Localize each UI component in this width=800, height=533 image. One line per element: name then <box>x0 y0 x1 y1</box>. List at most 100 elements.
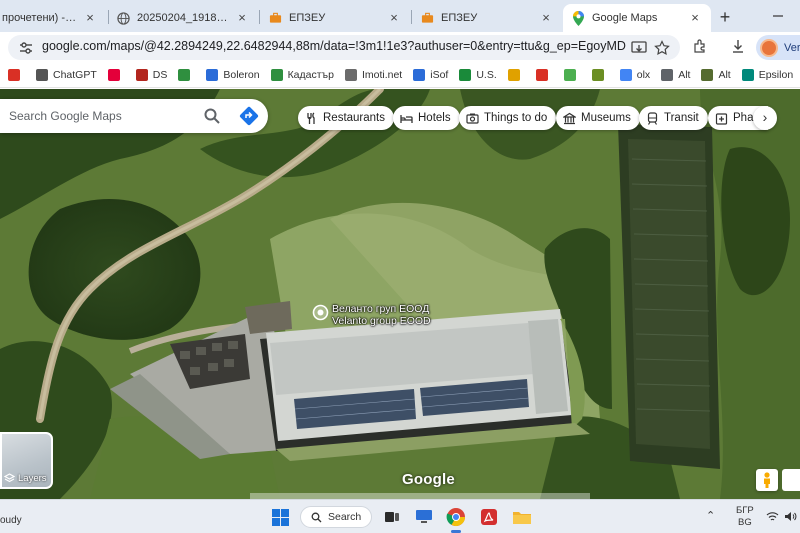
chevron-up-icon[interactable]: ⌃ <box>706 509 715 522</box>
map-view[interactable]: Search Google Maps Restaurants Hotels Th… <box>0 89 800 499</box>
google-maps-icon <box>571 10 585 26</box>
green-circle-icon <box>563 68 576 81</box>
bookmark-item[interactable]: Alt <box>661 68 691 81</box>
taskbar-app-acrobat[interactable] <box>477 505 501 529</box>
windows-taskbar: oudy Search ⌃ БГР BG <box>0 499 800 533</box>
bookmark-item[interactable] <box>535 68 553 81</box>
bookmark-label: Boleron <box>223 68 260 81</box>
avatar <box>760 38 778 57</box>
bookmark-item[interactable] <box>107 68 125 81</box>
bookmark-label: U.S. <box>476 68 497 81</box>
cadastre-icon <box>270 68 283 81</box>
bookmark-item[interactable]: U.S. <box>459 68 497 81</box>
extensions-icon[interactable] <box>692 38 708 54</box>
tab-google-maps[interactable]: Google Maps × <box>563 4 711 32</box>
chip-label: Transit <box>664 112 699 124</box>
map-search-box[interactable]: Search Google Maps <box>0 99 268 133</box>
tab-epzeu-2[interactable]: ЕПЗЕУ × <box>412 4 562 32</box>
boleron-icon <box>206 68 219 81</box>
bookmark-label: Alt <box>678 68 691 81</box>
directions-icon[interactable] <box>239 106 259 126</box>
taskbar-app-monitor[interactable] <box>412 505 436 529</box>
tab-abv-mail[interactable]: прочетени) - АБВ п × <box>0 4 106 32</box>
close-icon[interactable]: × <box>538 10 554 26</box>
layers-button[interactable]: Layers <box>0 432 53 489</box>
weather-widget[interactable]: oudy <box>0 515 22 526</box>
minimap-thumbnail[interactable] <box>782 469 800 491</box>
chip-restaurants[interactable]: Restaurants <box>298 106 395 130</box>
satellite-imagery[interactable] <box>0 89 800 499</box>
gmail-icon <box>8 68 20 81</box>
chip-label: Restaurants <box>323 112 386 124</box>
minimize-icon[interactable] <box>770 8 786 24</box>
isof-icon <box>413 68 426 81</box>
address-bar[interactable]: google.com/maps/@42.2894249,22.6482944,8… <box>8 35 680 60</box>
tab-label: 20250204_191815.pdf <box>137 12 230 24</box>
new-tab-button[interactable]: + <box>714 6 736 28</box>
bookmark-item[interactable]: DS <box>135 68 168 81</box>
bookmark-label: olx <box>636 68 651 81</box>
download-icon[interactable] <box>730 38 746 54</box>
street-view-button[interactable] <box>756 469 778 491</box>
start-button[interactable] <box>268 505 292 529</box>
bookmark-item[interactable]: Кадастър <box>270 68 334 81</box>
wifi-icon[interactable] <box>766 510 779 523</box>
close-icon[interactable]: × <box>234 10 250 26</box>
bookmark-item[interactable]: Boleron <box>206 68 260 81</box>
lang-bottom: BG <box>737 517 752 528</box>
r-bookmark-icon <box>107 68 120 81</box>
bookmark-item[interactable]: iSof <box>413 68 448 81</box>
chip-hotels[interactable]: Hotels <box>393 106 460 130</box>
close-icon[interactable]: × <box>386 10 402 26</box>
bookmark-item[interactable] <box>591 68 609 81</box>
chip-things-to-do[interactable]: Things to do <box>459 106 557 130</box>
volume-icon[interactable] <box>784 510 797 523</box>
search-icon[interactable] <box>203 107 221 125</box>
taskbar-app-explorer[interactable] <box>510 505 534 529</box>
language-indicator[interactable]: БГР BG <box>736 505 754 529</box>
install-app-icon[interactable] <box>631 40 647 56</box>
restaurant-icon <box>307 111 315 124</box>
bookmark-item[interactable]: olx <box>619 68 651 81</box>
close-icon[interactable]: × <box>687 10 703 26</box>
place-name-en[interactable]: Velanto group EOOD <box>332 315 431 327</box>
bookmark-item[interactable]: ChatGPT <box>36 68 97 81</box>
browser-toolbar: google.com/maps/@42.2894249,22.6482944,8… <box>0 32 800 62</box>
place-pin-icon[interactable] <box>312 304 329 321</box>
alt-icon <box>701 68 714 81</box>
chip-transit[interactable]: Transit <box>639 106 708 130</box>
bookmark-item[interactable]: Alt <box>701 68 731 81</box>
screen: прочетени) - АБВ п × 20250204_191815.pdf… <box>0 0 800 533</box>
bookmark-item[interactable] <box>8 68 25 81</box>
chip-label: Things to do <box>484 112 548 124</box>
close-icon[interactable]: × <box>82 10 98 26</box>
task-view-button[interactable] <box>380 505 404 529</box>
monitor-icon <box>416 510 432 523</box>
place-name-bg[interactable]: Веланто груп ЕООД <box>332 303 429 315</box>
taskbar-search[interactable]: Search <box>300 506 372 528</box>
task-view-icon <box>385 512 399 522</box>
bookmark-item[interactable]: Epsilon <box>741 68 793 81</box>
bookmark-label: DS <box>152 68 168 81</box>
url-text[interactable]: google.com/maps/@42.2894249,22.6482944,8… <box>42 39 627 53</box>
chips-next-button[interactable]: › <box>753 106 777 130</box>
tab-epzeu-1[interactable]: ЕПЗЕУ × <box>260 4 410 32</box>
bookmark-item[interactable] <box>178 68 195 81</box>
ds-icon <box>135 68 148 81</box>
search-input[interactable]: Search Google Maps <box>9 109 122 123</box>
windows-logo-icon <box>271 508 289 526</box>
tab-pdf[interactable]: 20250204_191815.pdf × <box>108 4 258 32</box>
google-icon <box>619 68 632 81</box>
site-settings-icon[interactable] <box>18 40 34 56</box>
taskbar-app-chrome[interactable] <box>444 505 468 529</box>
bookmark-item[interactable] <box>507 68 525 81</box>
bookmark-item[interactable] <box>563 68 581 81</box>
bookmark-star-icon[interactable] <box>654 40 670 56</box>
chip-museums[interactable]: Museums <box>556 106 640 130</box>
briefcase-icon <box>420 11 434 25</box>
home-icon <box>178 68 191 81</box>
bookmark-item[interactable]: Imoti.net <box>344 68 402 81</box>
profile-button[interactable]: Verif <box>756 35 800 60</box>
tab-label: прочетени) - АБВ п <box>2 12 78 24</box>
bookmark-label: ChatGPT <box>53 68 97 81</box>
